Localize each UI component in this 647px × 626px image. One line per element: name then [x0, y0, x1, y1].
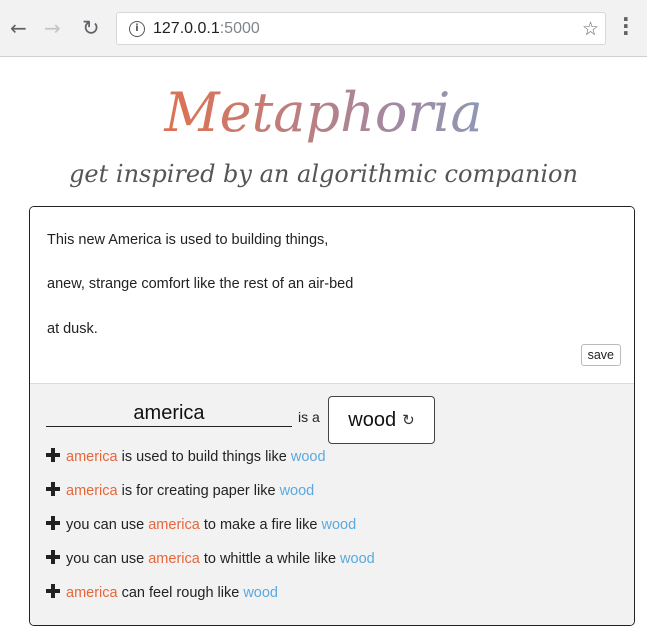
suggestion-text: to make a fire like	[199, 517, 322, 533]
poem-editor[interactable]: This new America is used to building thi…	[30, 207, 634, 383]
poem-line[interactable]: anew, strange comfort like the rest of a…	[47, 276, 353, 292]
metaphor-builder: america is a wood ↻ america is used to b…	[30, 383, 634, 625]
suggestion-vehicle: wood	[243, 585, 278, 601]
suggestion-item[interactable]: you can use america to whittle a while l…	[46, 550, 375, 567]
suggestion-text: can feel rough like	[117, 585, 244, 601]
suggestion-vehicle: wood	[290, 449, 326, 465]
url-port: :5000	[219, 19, 260, 37]
suggestion-text: is used to build things like	[117, 449, 291, 465]
plus-icon[interactable]	[46, 550, 60, 564]
plus-icon[interactable]	[46, 584, 60, 598]
vehicle-word: wood	[348, 408, 397, 431]
address-bar[interactable]: i 127.0.0.1:5000 ☆	[116, 12, 606, 45]
suggestion-text: to whittle a while like	[199, 551, 341, 567]
back-arrow-icon[interactable]: ←	[10, 18, 27, 38]
suggestion-subject: america	[66, 585, 118, 601]
save-button[interactable]: save	[580, 344, 621, 366]
suggestion-item[interactable]: america is used to build things like woo…	[46, 448, 326, 465]
url-text[interactable]: 127.0.0.1:5000	[153, 20, 260, 38]
suggestion-item[interactable]: america can feel rough like wood	[46, 584, 278, 601]
poem-line[interactable]: This new America is used to building thi…	[47, 232, 328, 248]
poem-line[interactable]: at dusk.	[47, 321, 98, 337]
suggestion-subject: america	[148, 517, 200, 533]
more-vert-icon[interactable]: · · ·	[622, 9, 630, 43]
poem-card: This new America is used to building thi…	[29, 206, 635, 626]
suggestion-subject: america	[148, 551, 200, 567]
refresh-icon[interactable]: ↻	[402, 411, 415, 429]
suggestion-subject: america	[66, 449, 118, 465]
plus-icon[interactable]	[46, 448, 60, 462]
suggestion-item[interactable]: you can use america to make a fire like …	[46, 516, 356, 533]
suggestion-vehicle: wood	[340, 551, 375, 567]
info-icon[interactable]: i	[129, 20, 145, 37]
suggestion-text: is for creating paper like	[117, 483, 280, 499]
suggestion-text: you can use	[66, 517, 149, 533]
connector-label: is a	[298, 409, 320, 425]
suggestion-subject: america	[66, 483, 118, 499]
app-subtitle: get inspired by an algorithmic companion	[69, 160, 578, 188]
vehicle-button[interactable]: wood ↻	[328, 396, 435, 444]
plus-icon[interactable]	[46, 482, 60, 496]
plus-icon[interactable]	[46, 516, 60, 530]
star-icon[interactable]: ☆	[582, 18, 599, 40]
suggestion-vehicle: wood	[279, 483, 315, 499]
suggestion-item[interactable]: america is for creating paper like wood	[46, 482, 314, 499]
subject-input[interactable]: america	[46, 400, 292, 427]
url-host: 127.0.0.1	[153, 19, 220, 37]
browser-toolbar: ← → ↻ i 127.0.0.1:5000 ☆ · · ·	[0, 0, 647, 57]
suggestion-text: you can use	[66, 551, 149, 567]
metaphor-input-row: america is a wood ↻	[46, 396, 466, 444]
app-title: Metaphoria	[0, 80, 647, 146]
forward-arrow-icon[interactable]: →	[44, 18, 61, 38]
suggestion-vehicle: wood	[321, 517, 357, 533]
reload-icon[interactable]: ↻	[82, 18, 100, 39]
